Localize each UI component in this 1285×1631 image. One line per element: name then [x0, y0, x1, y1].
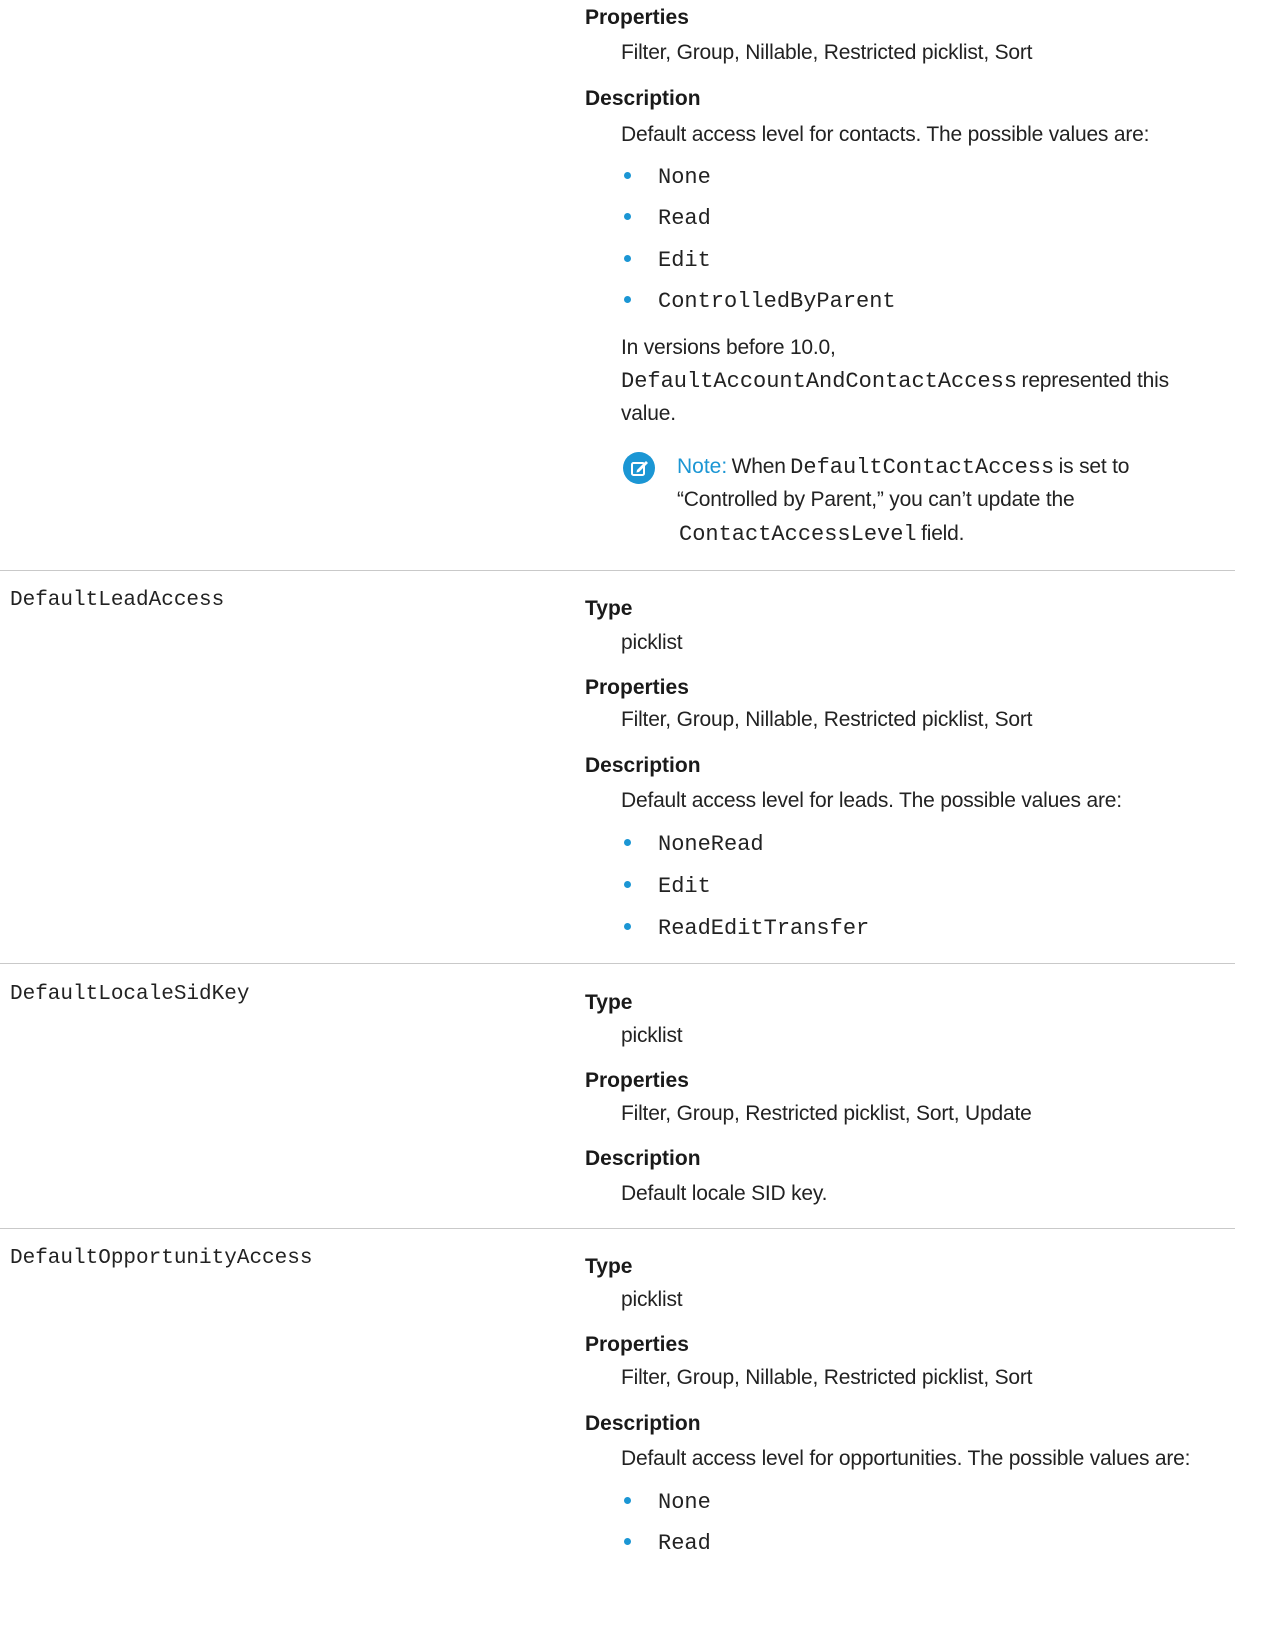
bullet-icon [624, 172, 631, 179]
bullet-icon [624, 213, 631, 220]
description-label: Description [585, 1147, 701, 1170]
note-label: Note: [677, 455, 728, 478]
properties-value: Filter, Group, Nillable, Restricted pick… [621, 41, 1033, 64]
note-line1: Note: When DefaultContactAccess is set t… [677, 455, 1129, 480]
properties-label: Properties [585, 676, 689, 699]
row-divider [0, 570, 1235, 571]
row-divider [0, 963, 1235, 964]
bullet-icon [624, 923, 631, 930]
note-text-post: field. [921, 522, 965, 545]
version-note-line1: In versions before 10.0, [621, 336, 836, 359]
type-label: Type [585, 1255, 633, 1278]
properties-label: Properties [585, 1069, 689, 1092]
list-item: Edit [658, 874, 711, 899]
description-label: Description [585, 1412, 701, 1435]
bullet-icon [624, 1538, 631, 1545]
field-name: DefaultOpportunityAccess [10, 1247, 313, 1270]
list-item: NoneRead [658, 832, 764, 857]
type-label: Type [585, 991, 633, 1014]
note-text-pre: When [731, 455, 786, 478]
field-name: DefaultLocaleSidKey [10, 983, 250, 1006]
list-item: Read [658, 206, 711, 231]
bullet-icon [624, 296, 631, 303]
list-item: Read [658, 1531, 711, 1556]
list-item: ControlledByParent [658, 289, 896, 314]
properties-value: Filter, Group, Nillable, Restricted pick… [621, 708, 1033, 731]
inline-code: ContactAccessLevel [679, 522, 917, 547]
type-value: picklist [621, 1288, 683, 1311]
type-label: Type [585, 597, 633, 620]
bullet-icon [624, 839, 631, 846]
inline-code: DefaultContactAccess [790, 455, 1055, 480]
version-note-line3: value. [621, 402, 676, 425]
list-item: None [658, 165, 711, 190]
description-text: Default access level for contacts. The p… [621, 123, 1150, 146]
properties-label: Properties [585, 1333, 689, 1356]
list-item: None [658, 1490, 711, 1515]
version-note-line2: DefaultAccountAndContactAccess represent… [621, 369, 1169, 394]
row-divider [0, 1228, 1235, 1229]
bullet-icon [624, 1497, 631, 1504]
inline-code: DefaultAccountAndContactAccess [621, 369, 1018, 394]
description-text: Default access level for opportunities. … [621, 1447, 1191, 1470]
bullet-icon [624, 255, 631, 262]
list-item: ReadEditTransfer [658, 916, 870, 941]
field-name: DefaultLeadAccess [10, 589, 225, 612]
properties-value: Filter, Group, Restricted picklist, Sort… [621, 1102, 1032, 1125]
bullet-icon [624, 881, 631, 888]
description-label: Description [585, 754, 701, 777]
version-note-suffix: represented this [1021, 369, 1170, 392]
description-label: Description [585, 87, 701, 110]
description-text: Default access level for leads. The poss… [621, 789, 1122, 812]
type-value: picklist [621, 631, 683, 654]
note-line3: ContactAccessLevel field. [679, 522, 964, 547]
list-item: Edit [658, 248, 711, 273]
type-value: picklist [621, 1024, 683, 1047]
description-text: Default locale SID key. [621, 1182, 828, 1205]
note-text-mid: is set to [1058, 455, 1130, 478]
note-line2: “Controlled by Parent,” you can’t update… [677, 488, 1075, 511]
edit-note-icon [623, 452, 655, 484]
properties-value: Filter, Group, Nillable, Restricted pick… [621, 1366, 1033, 1389]
properties-label: Properties [585, 6, 689, 29]
